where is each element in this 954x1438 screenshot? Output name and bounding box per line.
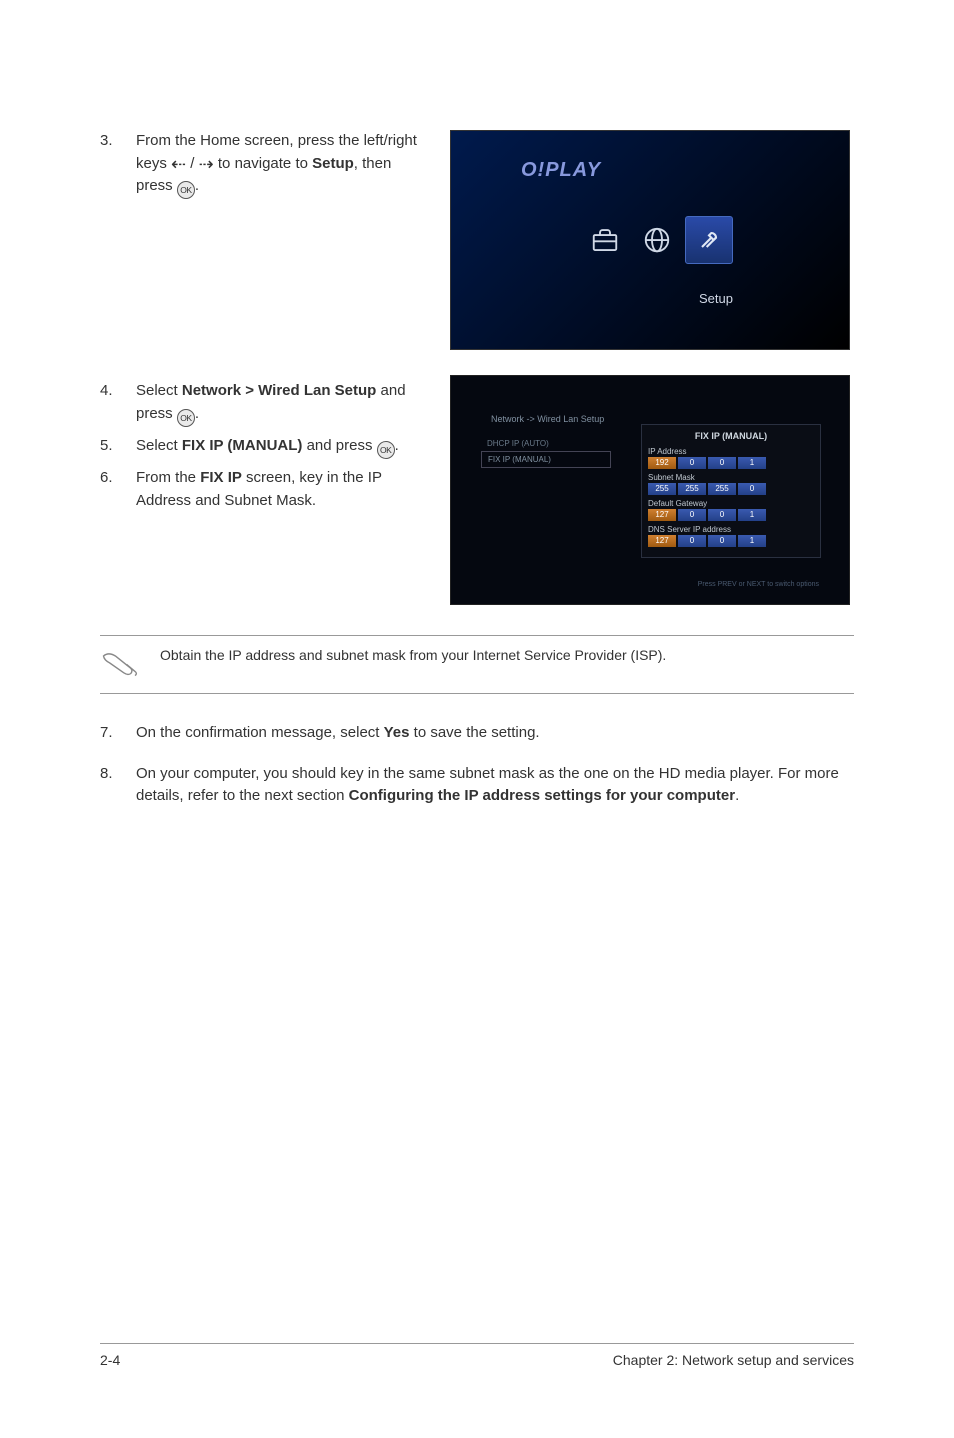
- ip-address-label: IP Address: [648, 447, 814, 456]
- step7-b: to save the setting.: [410, 724, 540, 741]
- step4-text: Select Network > Wired Lan Setup and pre…: [136, 380, 430, 427]
- fix-ip-title: FIX IP (MANUAL): [648, 431, 814, 441]
- default-gateway-label: Default Gateway: [648, 499, 814, 508]
- ip-octet: 192: [648, 457, 676, 469]
- step5-b: and press: [302, 437, 376, 454]
- step7-a: On the confirmation message, select: [136, 724, 384, 741]
- step3-part-b: /: [186, 155, 199, 172]
- note-hand-icon: [100, 648, 142, 683]
- left-arrow-icon: ⇠: [171, 155, 186, 173]
- ip-octet: 0: [708, 535, 736, 547]
- step3-part-c: to navigate to: [214, 155, 312, 172]
- step6-number: 6.: [100, 467, 136, 512]
- step8-bold: Configuring the IP address settings for …: [349, 787, 735, 804]
- step7-number: 7.: [100, 722, 136, 745]
- tools-icon: [685, 216, 733, 264]
- ok-button-icon: OK: [177, 181, 195, 199]
- oplay-logo: O!PLAY: [521, 159, 601, 182]
- step8-text: On your computer, you should key in the …: [136, 763, 854, 808]
- ok-button-icon: OK: [377, 441, 395, 459]
- page-number: 2-4: [100, 1352, 120, 1368]
- setup-icons-row: [581, 216, 733, 264]
- default-gateway-row: 127 0 0 1: [648, 509, 814, 521]
- ip-address-row: 192 0 0 1: [648, 457, 814, 469]
- ip-octet: 127: [648, 509, 676, 521]
- right-arrow-icon: ⇢: [199, 155, 214, 173]
- step5-c: .: [395, 437, 399, 454]
- step6-bold: FIX IP: [200, 469, 242, 486]
- subnet-mask-label: Subnet Mask: [648, 473, 814, 482]
- note-text: Obtain the IP address and subnet mask fr…: [160, 646, 854, 666]
- step4-number: 4.: [100, 380, 136, 427]
- step6-a: From the: [136, 469, 200, 486]
- ok-button-icon: OK: [177, 409, 195, 427]
- dns-server-label: DNS Server IP address: [648, 525, 814, 534]
- ip-octet: 1: [738, 457, 766, 469]
- note-box: Obtain the IP address and subnet mask fr…: [100, 635, 854, 694]
- setup-label: Setup: [699, 291, 733, 306]
- network-footer-hint: Press PREV or NEXT to switch options: [698, 581, 819, 588]
- globe-icon: [633, 216, 681, 264]
- ip-octet: 0: [678, 509, 706, 521]
- step4-c: .: [195, 405, 199, 422]
- step4-bold: Network > Wired Lan Setup: [182, 382, 376, 399]
- ip-octet: 255: [708, 483, 736, 495]
- briefcase-icon: [581, 216, 629, 264]
- network-breadcrumb: Network -> Wired Lan Setup: [491, 414, 604, 424]
- ip-octet: 1: [738, 535, 766, 547]
- step5-a: Select: [136, 437, 182, 454]
- step7-bold: Yes: [384, 724, 410, 741]
- step5-number: 5.: [100, 435, 136, 459]
- step3-part-e: .: [195, 177, 199, 194]
- ip-octet: 0: [738, 483, 766, 495]
- ip-octet: 127: [648, 535, 676, 547]
- step8-b: .: [735, 787, 739, 804]
- ip-octet: 0: [678, 535, 706, 547]
- network-screenshot: Network -> Wired Lan Setup DHCP IP (AUTO…: [450, 375, 850, 605]
- network-left-panel: DHCP IP (AUTO) FIX IP (MANUAL): [481, 436, 611, 468]
- fix-ip-manual-item: FIX IP (MANUAL): [481, 451, 611, 468]
- step6-text: From the FIX IP screen, key in the IP Ad…: [136, 467, 430, 512]
- network-right-panel: FIX IP (MANUAL) IP Address 192 0 0 1 Sub…: [641, 424, 821, 558]
- dns-server-row: 127 0 0 1: [648, 535, 814, 547]
- step5-text: Select FIX IP (MANUAL) and press OK.: [136, 435, 430, 459]
- step5-bold: FIX IP (MANUAL): [182, 437, 303, 454]
- chapter-title: Chapter 2: Network setup and services: [613, 1352, 854, 1368]
- ip-octet: 0: [708, 457, 736, 469]
- setup-screenshot: O!PLAY Setup: [450, 130, 850, 350]
- dhcp-auto-item: DHCP IP (AUTO): [481, 436, 611, 451]
- ip-octet: 255: [678, 483, 706, 495]
- ip-octet: 0: [678, 457, 706, 469]
- step3-setup-bold: Setup: [312, 155, 354, 172]
- ip-octet: 255: [648, 483, 676, 495]
- step3-text: From the Home screen, press the left/rig…: [136, 130, 430, 199]
- ip-octet: 1: [738, 509, 766, 521]
- page-footer: 2-4 Chapter 2: Network setup and service…: [100, 1343, 854, 1368]
- step7-text: On the confirmation message, select Yes …: [136, 722, 854, 745]
- step3-number: 3.: [100, 130, 136, 199]
- subnet-mask-row: 255 255 255 0: [648, 483, 814, 495]
- ip-octet: 0: [708, 509, 736, 521]
- step4-a: Select: [136, 382, 182, 399]
- step8-number: 8.: [100, 763, 136, 808]
